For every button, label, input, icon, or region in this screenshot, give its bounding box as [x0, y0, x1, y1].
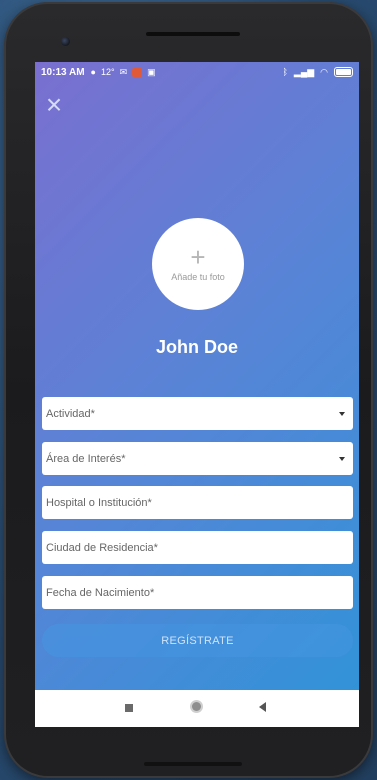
- temperature-text: 12°: [100, 67, 115, 77]
- city-placeholder: Ciudad de Residencia*: [46, 541, 158, 554]
- status-time: 10:13 AM: [41, 66, 85, 78]
- phone-speaker: [146, 32, 240, 36]
- interest-area-select[interactable]: Área de Interés*: [42, 442, 353, 475]
- gallery-icon: ▣: [147, 66, 156, 77]
- activity-placeholder: Actividad*: [46, 407, 95, 420]
- status-bar: 10:13 AM ● 12° ✉ ▣ ᛒ ▂▄▆ ◠: [35, 62, 359, 82]
- interest-area-placeholder: Área de Interés*: [46, 452, 126, 465]
- chevron-down-icon: [339, 411, 345, 416]
- bluetooth-icon: ᛒ: [282, 67, 288, 77]
- app-icon: [132, 67, 143, 77]
- home-icon[interactable]: [190, 700, 203, 713]
- birthdate-input[interactable]: Fecha de Nacimiento*: [42, 576, 353, 609]
- activity-select[interactable]: Actividad*: [42, 397, 353, 430]
- institution-placeholder: Hospital o Institución*: [46, 496, 152, 509]
- wifi-icon: ◠: [320, 66, 328, 77]
- system-icons: ᛒ ▂▄▆ ◠: [282, 66, 353, 78]
- whatsapp-icon: ●: [90, 67, 96, 77]
- user-name: John Doe: [155, 337, 238, 357]
- signal-icon: ▂▄▆: [293, 66, 315, 77]
- plus-icon: +: [190, 242, 206, 272]
- back-icon[interactable]: [259, 702, 266, 712]
- app-screen: 10:13 AM ● 12° ✉ ▣ ᛒ ▂▄▆ ◠ × + Añade tu …: [35, 62, 359, 727]
- chevron-down-icon: [339, 456, 345, 461]
- email-icon: ✉: [119, 66, 128, 77]
- notification-icons: ● 12° ✉ ▣: [91, 67, 156, 78]
- add-photo-label: Añade tu foto: [171, 272, 225, 282]
- navigation-bar: [35, 690, 359, 727]
- close-icon[interactable]: ×: [42, 91, 66, 119]
- institution-input[interactable]: Hospital o Institución*: [42, 486, 353, 519]
- add-photo-button[interactable]: + Añade tu foto: [152, 218, 244, 310]
- front-camera: [61, 37, 70, 46]
- phone-frame: 10:13 AM ● 12° ✉ ▣ ᛒ ▂▄▆ ◠ × + Añade tu …: [4, 2, 373, 778]
- birthdate-placeholder: Fecha de Nacimiento*: [46, 586, 155, 599]
- register-button[interactable]: REGÍSTRATE: [42, 624, 353, 657]
- recent-apps-icon[interactable]: [125, 704, 133, 712]
- phone-bottom-slot: [144, 762, 242, 766]
- battery-icon: [334, 67, 353, 77]
- city-input[interactable]: Ciudad de Residencia*: [42, 531, 353, 564]
